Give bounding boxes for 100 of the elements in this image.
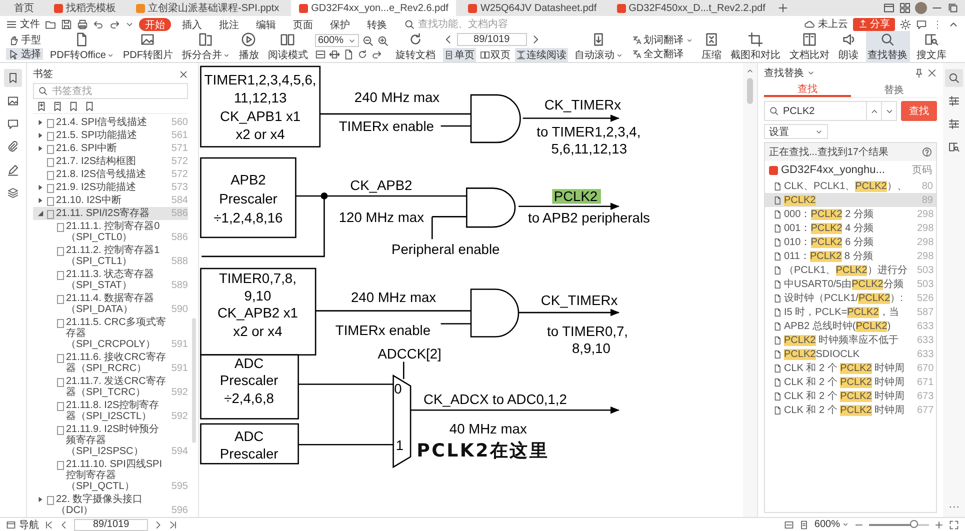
document-tab[interactable]: 首页 xyxy=(6,0,42,16)
document-tab[interactable]: W25Q64JV Datasheet.pdf xyxy=(460,0,605,16)
search-result[interactable]: PCLK2SDIOCLK 633 xyxy=(765,347,936,361)
collapsed-icon[interactable] xyxy=(37,197,44,204)
search-result[interactable]: CLK、PCLK1、PCLK2）、 80 xyxy=(765,179,936,193)
settings-icon[interactable] xyxy=(900,18,911,30)
document-tab[interactable]: GD32F4xx_yon...e_Rev2.6.pdf xyxy=(291,0,456,16)
toolbar-button[interactable]: PDF转图片 xyxy=(120,31,175,63)
menu-tab[interactable]: 插入 xyxy=(176,18,208,30)
search-result[interactable]: 001：PCLK2 4 分频 298 xyxy=(765,221,936,235)
search-result[interactable]: （PCLK1、PCLK2）进行分 503 xyxy=(765,263,936,277)
bookmark-icon[interactable] xyxy=(52,100,63,112)
search-result[interactable]: 010：PCLK2 6 分频 298 xyxy=(765,235,936,249)
search-result[interactable]: CLK 和 2 个 PCLK2 时钟周 671 xyxy=(765,375,936,389)
search-result[interactable]: APB2 总线时钟(PCLK2) 633 xyxy=(765,319,936,333)
fit-page-icon[interactable] xyxy=(314,49,326,60)
menu-tab[interactable]: 页面 xyxy=(287,18,319,30)
menu-tab[interactable]: 编辑 xyxy=(250,18,282,30)
toolbar-button[interactable]: 拆分合并 xyxy=(180,31,232,63)
first-page-icon[interactable] xyxy=(44,520,54,530)
page-field[interactable]: 89/1019 xyxy=(74,518,148,530)
bookmark-item[interactable]: 21.11.1. 控制寄存器0（SPI_CTL0） 586 xyxy=(33,220,188,244)
toolbar-button[interactable]: 搜文库 xyxy=(914,31,949,63)
help-icon[interactable] xyxy=(922,147,932,157)
toolbar-button[interactable]: 截图和对比 xyxy=(728,31,783,63)
cloud-button[interactable]: 未上云 xyxy=(804,17,848,31)
toolbar-button[interactable]: 文档比对 xyxy=(788,31,832,63)
settings-dropdown[interactable]: 设置 xyxy=(764,124,828,139)
grid-icon[interactable] xyxy=(899,2,911,14)
search-result[interactable]: 000：PCLK2 2 分频 298 xyxy=(765,207,936,221)
bookmark-item[interactable]: 21.7. I2S结构框图 572 xyxy=(33,155,188,168)
bookmark-item[interactable]: 21.11.6. 接收CRC寄存器（SPI_RCRC） 591 xyxy=(33,351,188,375)
panel-tab[interactable]: 查找 xyxy=(764,82,850,97)
search-result[interactable]: CLK 和 2 个 PCLK2 时钟周 673 xyxy=(765,389,936,403)
printer-icon[interactable] xyxy=(77,18,88,30)
document-tab[interactable]: GD32F450xx_D...t_Rev2.2.pdf xyxy=(608,0,774,16)
toolbar-button[interactable]: 自动滚动 xyxy=(572,31,625,63)
bookmark-item[interactable]: 21.6. SPI中断 571 xyxy=(33,142,188,155)
add-bookmark-icon[interactable] xyxy=(36,100,47,112)
panel-tab[interactable]: 替换 xyxy=(850,82,937,97)
search-result[interactable]: I5 时，PCLK=PCLK2，当 587 xyxy=(765,305,936,319)
new-tab-icon[interactable] xyxy=(777,2,790,14)
search-field[interactable]: PCLK2 xyxy=(764,101,867,121)
expanded-icon[interactable] xyxy=(37,210,44,217)
scrollbar[interactable] xyxy=(192,318,196,443)
search-result[interactable]: 设时钟（PCLK1/PCLK2）: 526 xyxy=(765,291,936,305)
restore-icon[interactable] xyxy=(947,2,959,14)
comment-icon[interactable] xyxy=(916,18,927,30)
close-icon[interactable] xyxy=(927,68,937,78)
bookmark-item[interactable]: 21.4. SPI信号线描述 560 xyxy=(33,116,188,129)
bookmark-icon[interactable] xyxy=(84,100,95,112)
toolbar-button[interactable]: 旋转文档 xyxy=(394,31,438,63)
toolbar-button[interactable]: 划词翻译 xyxy=(630,34,695,46)
scrollbar[interactable] xyxy=(747,78,753,104)
bookmark-item[interactable]: 21.10. I2S中断 584 xyxy=(33,194,188,207)
navigation-button[interactable]: 导航 xyxy=(6,518,39,531)
bookmark-item[interactable]: 21.11.5. CRC多项式寄存器（SPI_CRCPOLY） 591 xyxy=(33,316,188,351)
bookmark-item[interactable]: 21.11.4. 数据寄存器（SPI_DATA） 590 xyxy=(33,292,188,316)
bookmark-item[interactable]: 21.11.10. SPI四线SPI控制寄存器（SPI_QCTL） 595 xyxy=(33,458,188,493)
pin-icon[interactable] xyxy=(914,68,924,78)
toolbar-button[interactable]: 播放 xyxy=(236,31,261,63)
undo-icon[interactable] xyxy=(93,18,104,30)
bookmark-item[interactable]: 21.11.7. 发送CRC寄存器（SPI_TCRC） 592 xyxy=(33,375,188,399)
zoom-select[interactable]: 600% xyxy=(814,519,849,530)
search-result[interactable]: PCLK2 89 xyxy=(765,193,936,207)
bookmark-tool[interactable] xyxy=(4,69,22,87)
view-button[interactable]: 连续阅读 xyxy=(514,48,568,62)
avatar[interactable] xyxy=(915,2,927,14)
mode-button[interactable]: 选择 xyxy=(6,48,43,60)
page-field[interactable]: 89/1019 xyxy=(456,32,527,46)
toolbar-button[interactable]: 压缩 xyxy=(700,31,724,63)
fullscreen-icon[interactable] xyxy=(949,520,959,530)
toolbar-button[interactable]: 朗读 xyxy=(836,31,861,63)
bookmark-item[interactable]: 22. 数字摄像头接口（DCI） 596 xyxy=(33,493,188,517)
bookmark-item[interactable]: 21.11.2. 控制寄存器1（SPI_CTL1） 588 xyxy=(33,244,188,268)
zoom-out-icon[interactable] xyxy=(362,34,374,46)
collapsed-icon[interactable] xyxy=(37,496,44,503)
toolbar-button[interactable]: 全文翻译 xyxy=(630,48,695,60)
slider-thumb[interactable] xyxy=(910,520,918,528)
document-tab[interactable]: 找稻壳模板 xyxy=(46,0,124,16)
menu-tab[interactable]: 批注 xyxy=(213,18,245,30)
search-result[interactable]: CLK 和 2 个 PCLK2 时钟周 670 xyxy=(765,361,936,375)
bookmark-item[interactable]: 21.11. SPI/I2S寄存器 586 xyxy=(33,207,188,220)
bookmark-item[interactable]: 21.11.8. I2S控制寄存器（SPI_I2SCTL） 592 xyxy=(33,399,188,423)
collapsed-icon[interactable] xyxy=(37,145,44,152)
view-button[interactable]: 单页 xyxy=(442,48,476,62)
menu-tab[interactable]: 保护 xyxy=(324,18,356,30)
toolbar-button[interactable]: 阅读模式 xyxy=(266,31,310,63)
redo-icon[interactable] xyxy=(109,18,120,30)
search-result[interactable]: CLK 和 2 个 PCLK2 时钟周 677 xyxy=(765,403,936,417)
window-icon[interactable] xyxy=(883,2,895,14)
zoom-in-icon[interactable] xyxy=(934,520,944,530)
folder-icon[interactable] xyxy=(45,18,56,30)
fit-width-icon[interactable] xyxy=(328,49,340,60)
rotate-icon[interactable] xyxy=(356,49,368,60)
menu-tab[interactable]: 转换 xyxy=(361,18,393,30)
menu-tab[interactable]: 开始 xyxy=(139,18,171,30)
bookmark-item[interactable]: 21.11.3. 状态寄存器（SPI_STAT） 589 xyxy=(33,268,188,292)
collapsed-icon[interactable] xyxy=(37,132,44,139)
bookmark-item[interactable]: 21.8. I2S信号线描述 572 xyxy=(33,168,188,181)
